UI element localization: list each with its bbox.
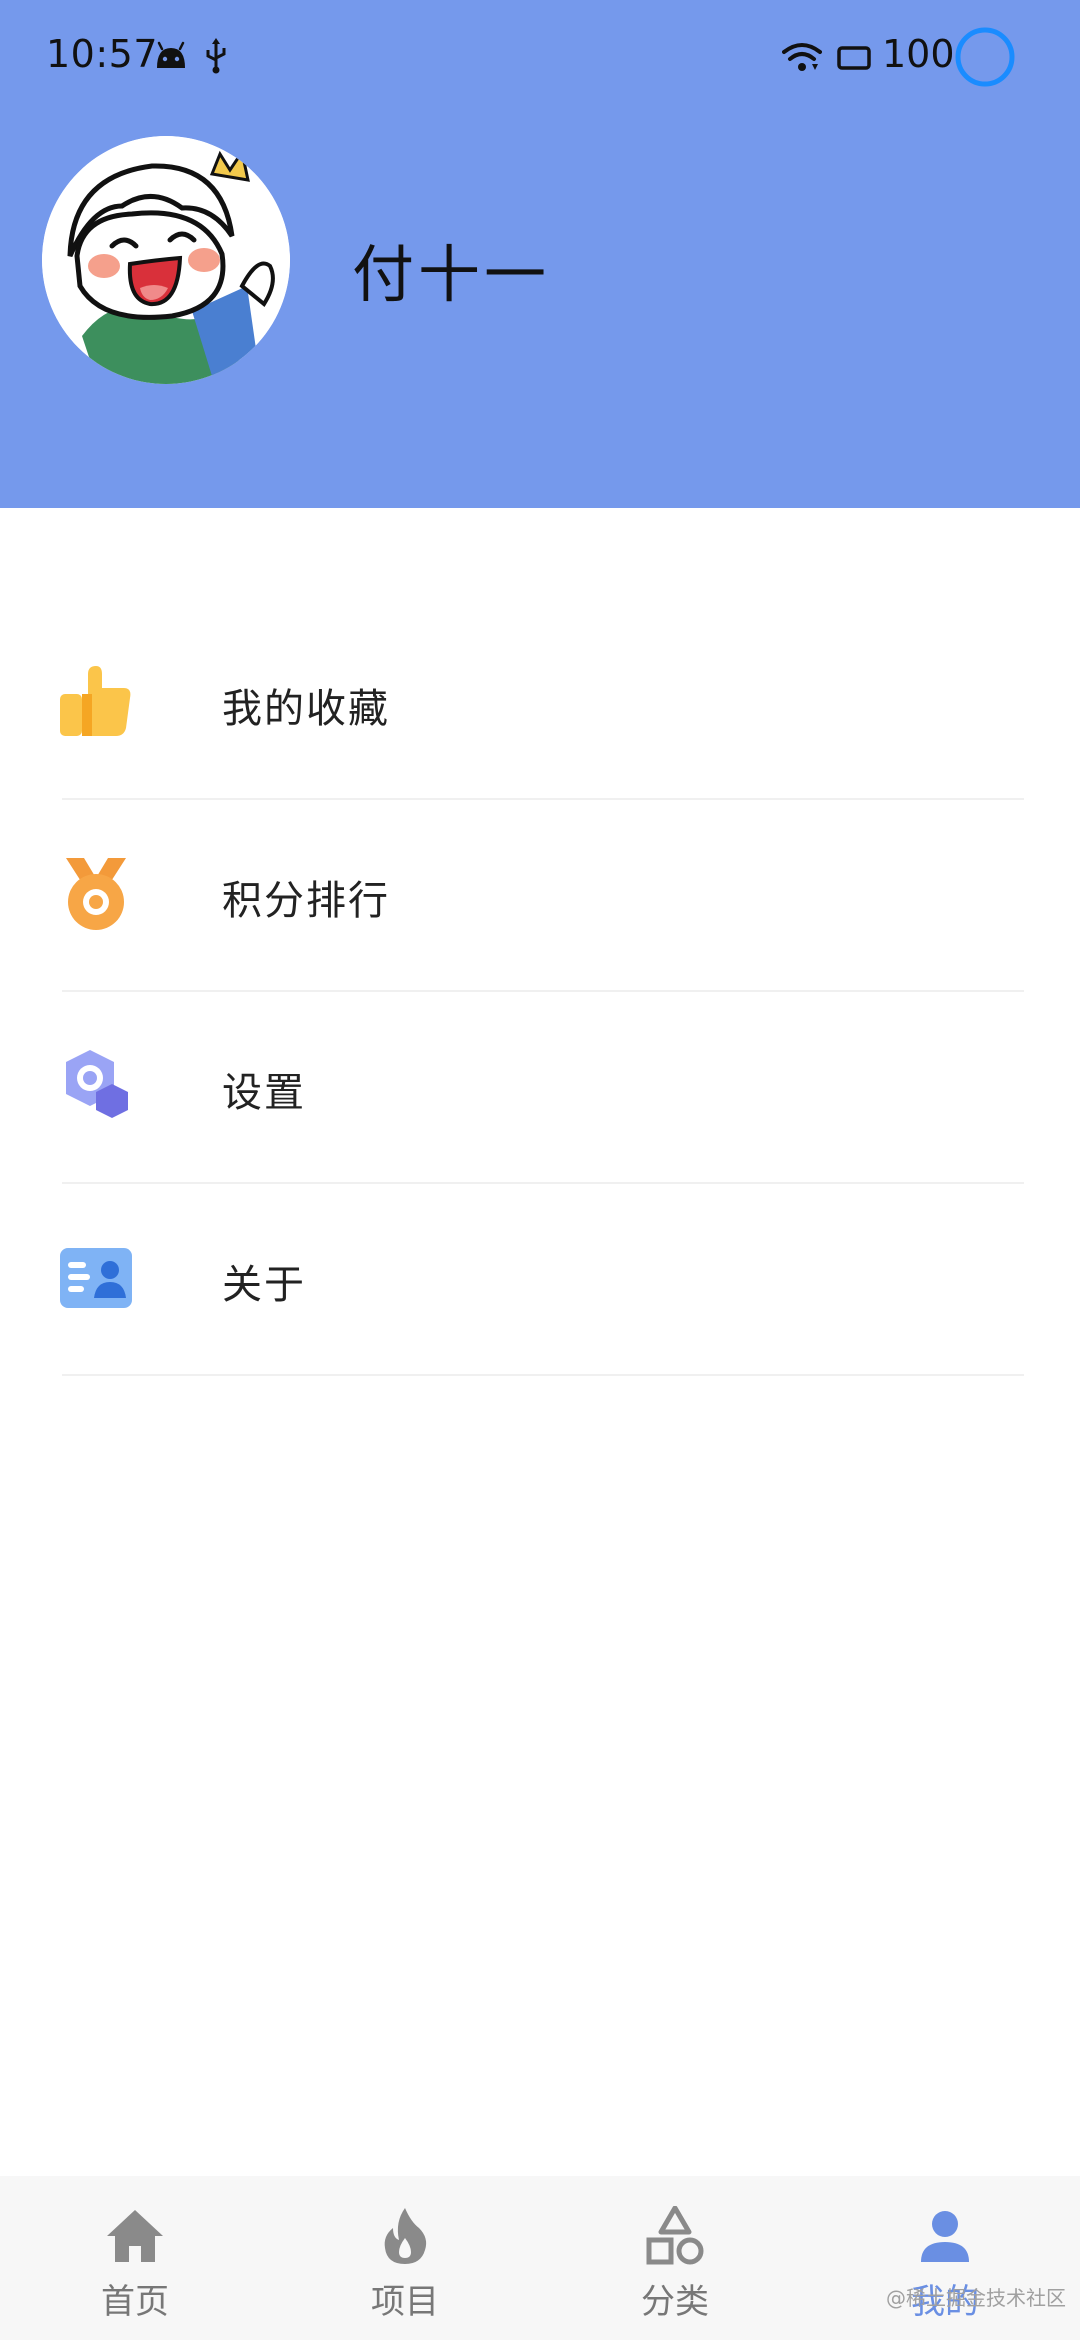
usb-icon <box>204 38 228 78</box>
menu-item-label: 设置 <box>222 1070 306 1116</box>
avatar[interactable] <box>42 136 290 384</box>
profile-menu: 我的收藏 积分排行 设置 关于 <box>0 608 1080 1376</box>
menu-item-ranking[interactable]: 积分排行 <box>0 800 1080 992</box>
nav-categories[interactable]: 分类 <box>575 2176 775 2340</box>
menu-item-favorites[interactable]: 我的收藏 <box>0 608 1080 800</box>
person-icon <box>915 2206 975 2266</box>
menu-item-label: 关于 <box>222 1262 306 1308</box>
android-icon <box>154 40 188 74</box>
menu-item-about[interactable]: 关于 <box>0 1184 1080 1376</box>
menu-item-label: 积分排行 <box>222 878 390 924</box>
battery-level: 100 <box>882 32 955 76</box>
menu-item-label: 我的收藏 <box>222 686 390 732</box>
watermark: @稀土掘金技术社区 <box>886 2286 1066 2310</box>
settings-icon <box>58 1048 134 1124</box>
profile-header: 10:57 100 付十一 <box>0 0 1080 508</box>
menu-item-settings[interactable]: 设置 <box>0 992 1080 1184</box>
nav-label: 首页 <box>101 2282 169 2322</box>
medal-icon <box>58 856 134 932</box>
wifi-icon <box>782 42 822 78</box>
id-card-icon <box>58 1240 134 1316</box>
bottom-nav: 首页 项目 分类 我的 @稀土掘金技术社区 <box>0 2176 1080 2340</box>
home-icon <box>105 2206 165 2266</box>
flame-icon <box>375 2206 435 2266</box>
shapes-icon <box>645 2205 705 2266</box>
status-time: 10:57 <box>46 32 159 76</box>
username: 付十一 <box>352 238 551 311</box>
status-bar: 10:57 100 <box>0 0 1080 120</box>
divider <box>62 1374 1024 1376</box>
thumbs-up-icon <box>58 664 134 740</box>
nav-home[interactable]: 首页 <box>35 2176 235 2340</box>
nav-projects[interactable]: 项目 <box>305 2176 505 2340</box>
screen-icon <box>836 44 872 76</box>
nav-mine[interactable]: 我的 <box>845 2176 1045 2340</box>
nav-label: 分类 <box>641 2282 709 2322</box>
nav-label: 项目 <box>371 2282 439 2322</box>
battery-ring-icon <box>954 26 1016 92</box>
